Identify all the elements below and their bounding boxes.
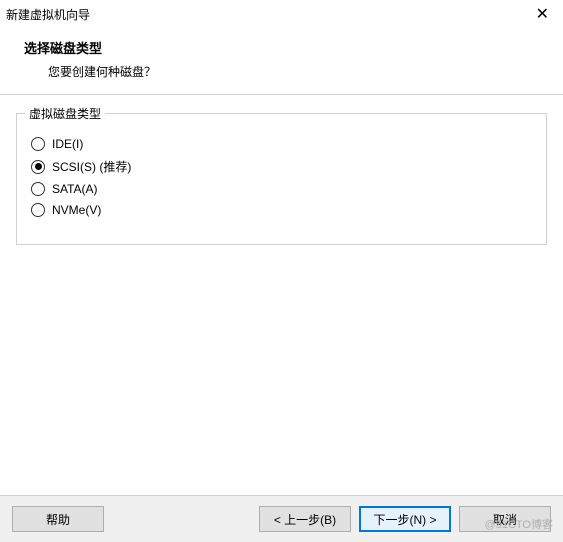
- title-bar: 新建虚拟机向导 ✕: [0, 0, 563, 28]
- back-button[interactable]: < 上一步(B): [259, 506, 351, 532]
- group-label: 虚拟磁盘类型: [25, 105, 105, 122]
- wizard-header: 选择磁盘类型 您要创建何种磁盘？: [0, 28, 563, 94]
- radio-label: SCSI(S) (推荐): [52, 158, 131, 175]
- help-button[interactable]: 帮助: [12, 506, 104, 532]
- page-subtitle: 您要创建何种磁盘？: [24, 63, 557, 80]
- radio-icon: [31, 203, 45, 217]
- disk-type-group: 虚拟磁盘类型 IDE(I) SCSI(S) (推荐) SATA(A) NVMe(…: [16, 113, 547, 245]
- radio-label: IDE(I): [52, 137, 83, 151]
- window-title: 新建虚拟机向导: [6, 6, 90, 23]
- radio-icon: [31, 137, 45, 151]
- radio-label: SATA(A): [52, 182, 98, 196]
- radio-icon: [31, 160, 45, 174]
- next-button[interactable]: 下一步(N) >: [359, 506, 451, 532]
- close-icon[interactable]: ✕: [530, 4, 555, 24]
- wizard-footer: 帮助 < 上一步(B) 下一步(N) > 取消: [0, 495, 563, 542]
- page-title: 选择磁盘类型: [24, 38, 557, 57]
- radio-icon: [31, 182, 45, 196]
- radio-option-nvme[interactable]: NVMe(V): [31, 203, 532, 217]
- radio-option-scsi[interactable]: SCSI(S) (推荐): [31, 158, 532, 175]
- content-area: 虚拟磁盘类型 IDE(I) SCSI(S) (推荐) SATA(A) NVMe(…: [0, 95, 563, 245]
- radio-label: NVMe(V): [52, 203, 101, 217]
- radio-option-ide[interactable]: IDE(I): [31, 137, 532, 151]
- radio-option-sata[interactable]: SATA(A): [31, 182, 532, 196]
- cancel-button[interactable]: 取消: [459, 506, 551, 532]
